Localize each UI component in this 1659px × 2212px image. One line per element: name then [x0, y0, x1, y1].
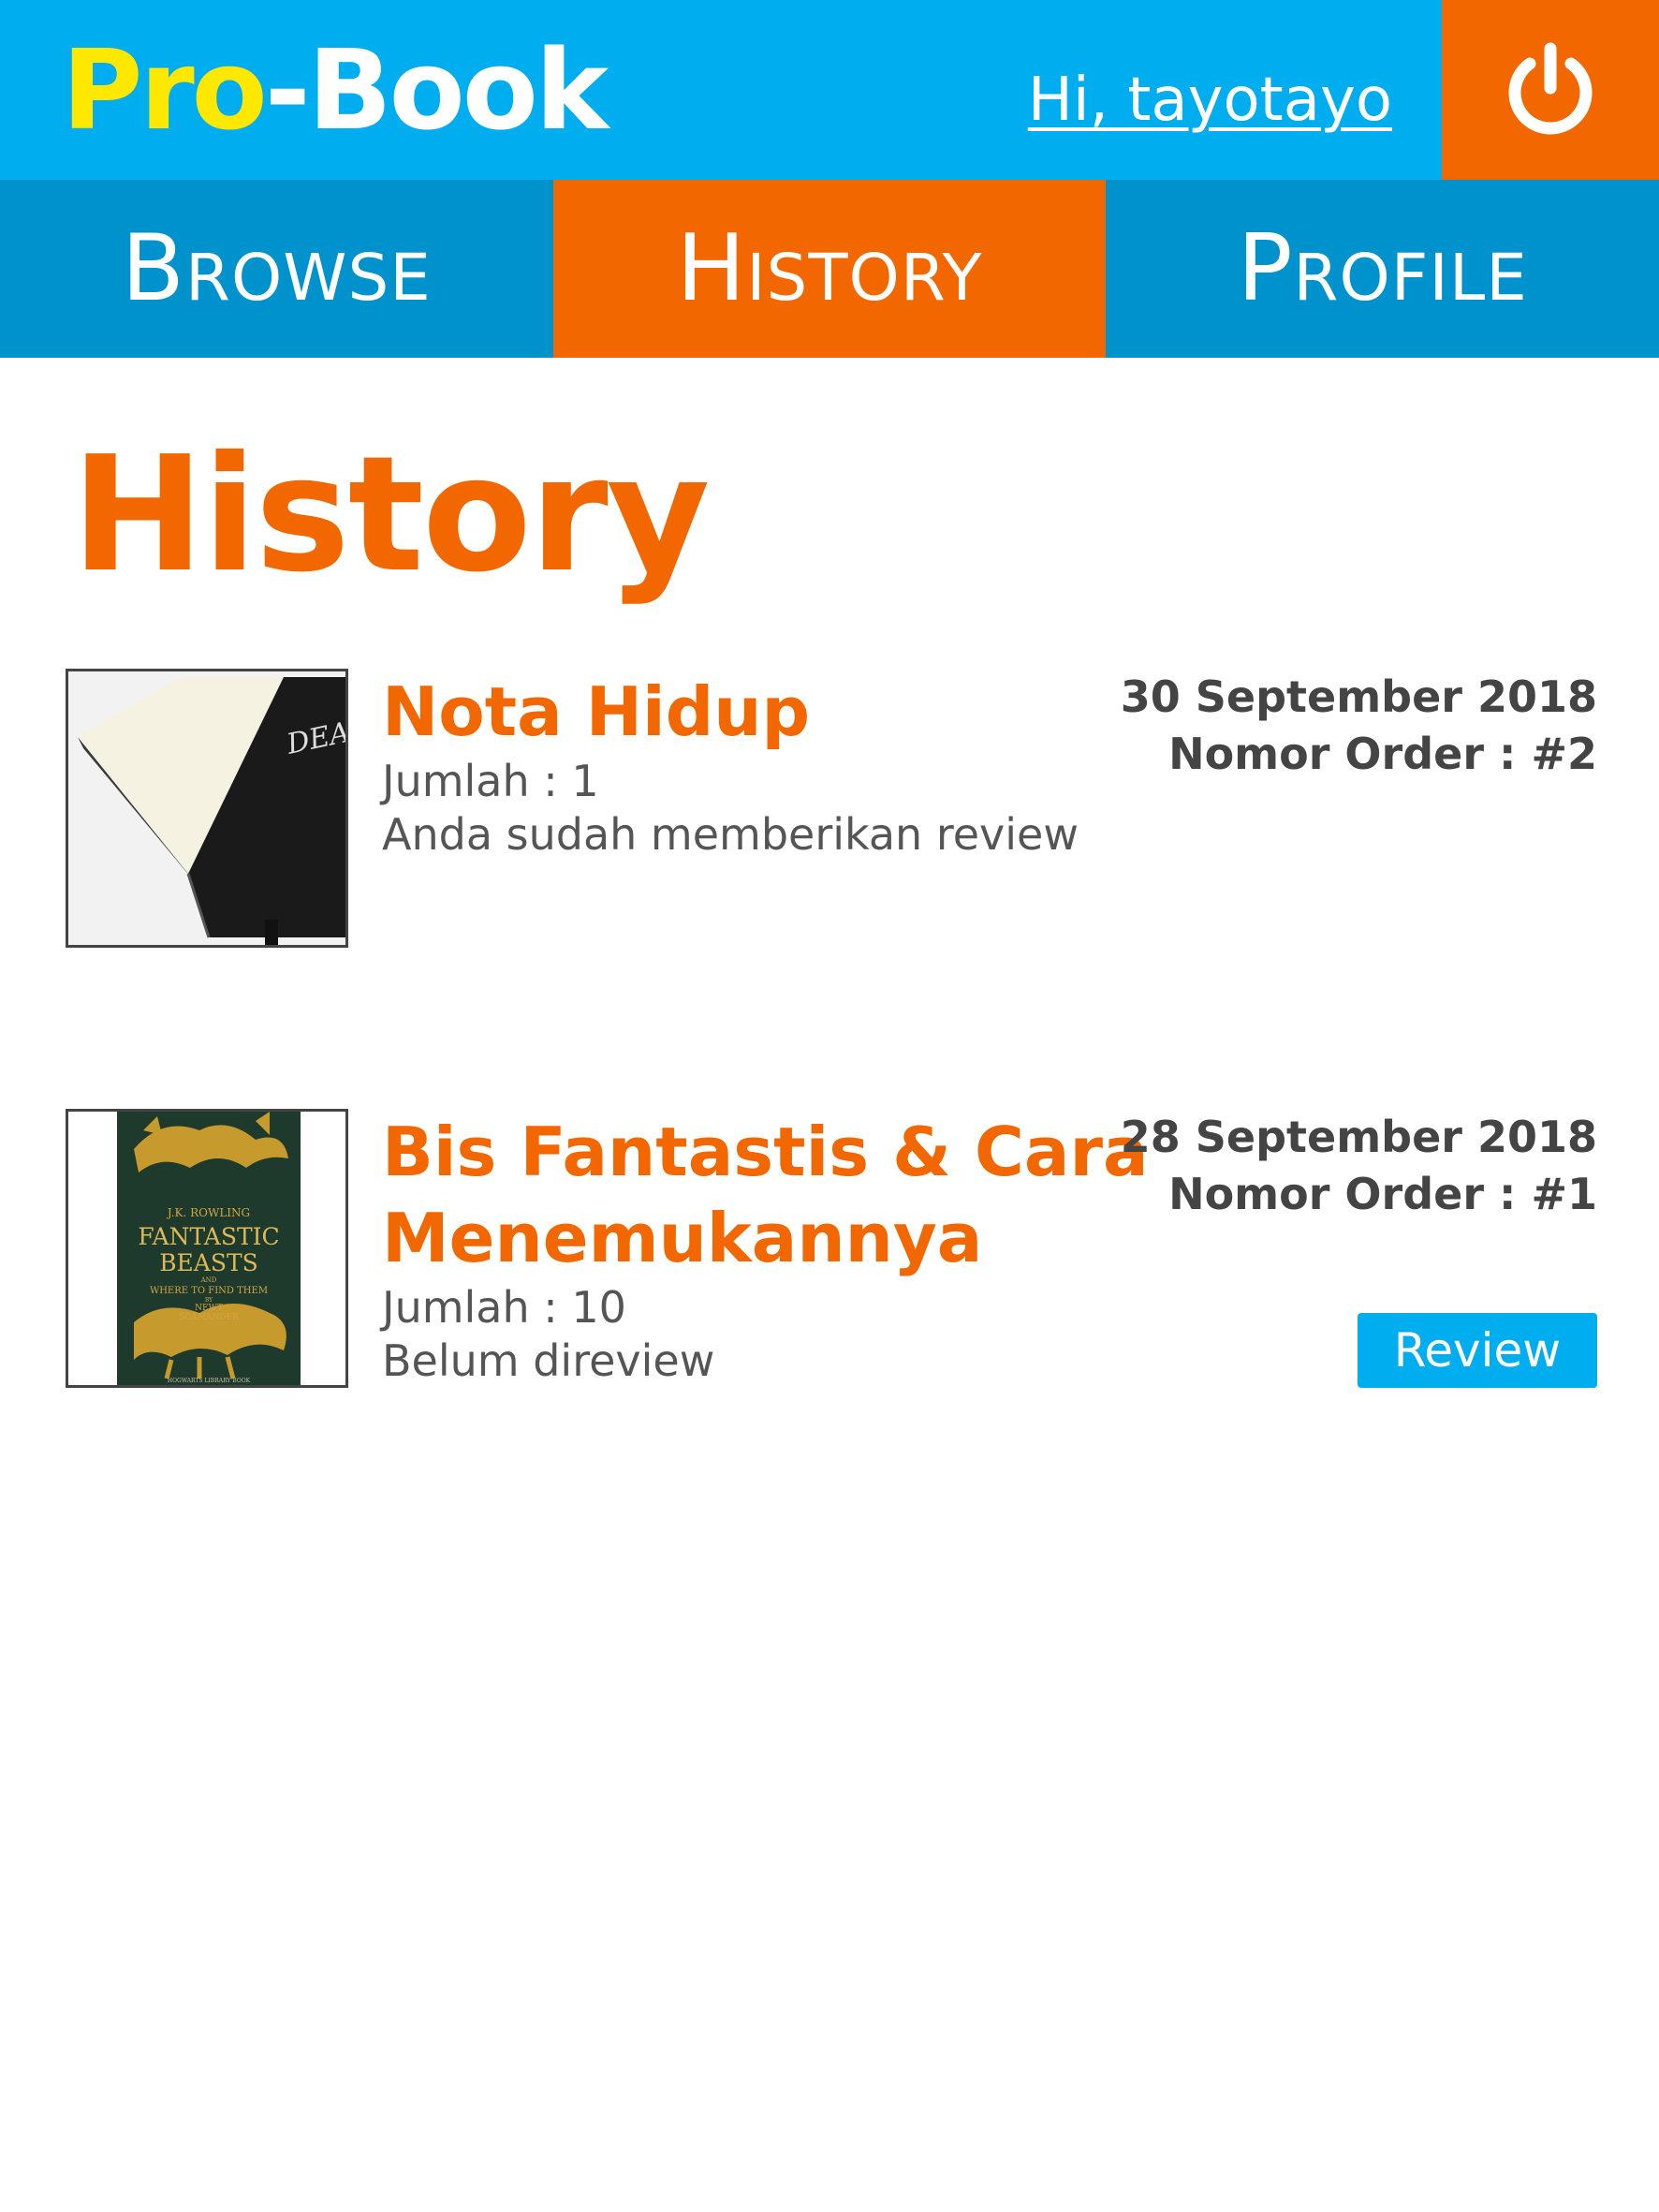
order-meta: 28 September 2018 Nomor Order : #1 [1121, 1109, 1597, 1223]
order-quantity: Jumlah : 10 [382, 1282, 626, 1333]
review-status: Anda sudah memberikan review [382, 809, 1079, 860]
cover-by: BY [205, 1297, 213, 1304]
history-item: DEATH Nota Hidup Jumlah : 1 Anda sudah m… [66, 669, 1597, 950]
book-title-link[interactable]: Nota Hidup [382, 669, 1150, 755]
history-item: J.K. ROWLING FANTASTIC BEASTS AND WHERE … [66, 1109, 1597, 1390]
review-status: Belum direview [382, 1335, 715, 1386]
cover-title-line1: FANTASTIC [138, 1223, 279, 1250]
main-nav: Browse History Profile [0, 180, 1659, 358]
cover-title-line2: BEASTS [159, 1249, 258, 1276]
order-number: Nomor Order : #1 [1168, 1169, 1597, 1219]
app-logo[interactable]: Pro-Book [62, 24, 609, 155]
app-header: Pro-Book Hi, tayotayo [0, 0, 1659, 180]
cover-name-2: SCAMANDER [179, 1313, 239, 1322]
order-info: Bis Fantastis & Cara Menemukannya Jumlah… [382, 1109, 1150, 1388]
logo-book: Book [307, 25, 609, 155]
book-cover-image[interactable]: DEATH [66, 669, 348, 948]
logout-button[interactable] [1442, 0, 1659, 180]
order-date: 28 September 2018 [1120, 1112, 1597, 1162]
review-button[interactable]: Review [1358, 1313, 1597, 1388]
logo-pro: Pro [62, 25, 268, 155]
cover-and: AND [200, 1276, 217, 1284]
tab-browse[interactable]: Browse [0, 180, 553, 358]
order-number: Nomor Order : #2 [1168, 729, 1597, 779]
order-info: Nota Hidup Jumlah : 1 Anda sudah memberi… [382, 669, 1150, 862]
order-date: 30 September 2018 [1120, 671, 1597, 722]
power-icon [1508, 42, 1593, 135]
tab-profile[interactable]: Profile [1106, 180, 1659, 358]
tab-history[interactable]: History [552, 180, 1107, 358]
cover-footer: HOGWARTS LIBRARY BOOK [168, 1378, 251, 1384]
cover-subtitle: WHERE TO FIND THEM [150, 1286, 268, 1296]
page-title: History [71, 422, 710, 608]
order-meta: 30 September 2018 Nomor Order : #2 [1121, 669, 1597, 783]
cover-author: J.K. ROWLING [166, 1206, 250, 1219]
cover-name-1: NEWT [195, 1304, 223, 1313]
user-greeting-link[interactable]: Hi, tayotayo [1028, 58, 1392, 142]
book-title-link[interactable]: Bis Fantastis & Cara Menemukannya [382, 1109, 1150, 1281]
order-quantity: Jumlah : 1 [382, 756, 599, 806]
logo-dash: - [264, 25, 311, 155]
book-cover-image[interactable]: J.K. ROWLING FANTASTIC BEASTS AND WHERE … [66, 1109, 348, 1388]
